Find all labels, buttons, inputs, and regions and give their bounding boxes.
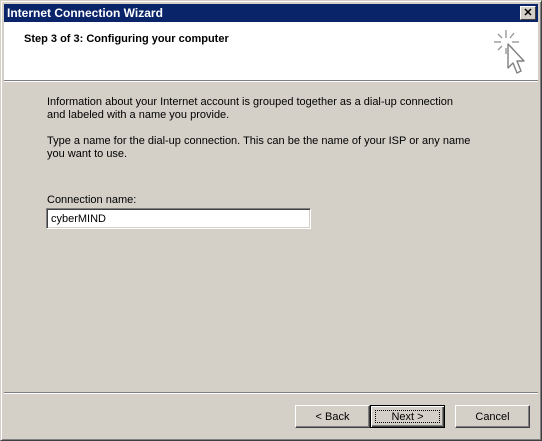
wizard-header: Step 3 of 3: Configuring your computer (4, 22, 538, 81)
header-divider (4, 81, 538, 82)
instruction-line-2: you want to use. (47, 148, 128, 160)
cancel-button[interactable]: Cancel (455, 405, 530, 428)
info-line-2: and labeled with a name you provide. (47, 109, 230, 121)
instruction-paragraph: Type a name for the dial-up connection. … (47, 135, 487, 161)
footer-divider (4, 392, 538, 394)
wizard-sparkle-cursor-icon (494, 30, 525, 74)
wizard-window: Internet Connection Wizard ✕ Step 3 of 3… (0, 0, 542, 441)
connection-name-input[interactable] (46, 208, 311, 229)
next-button[interactable]: Next > (370, 405, 445, 428)
info-line-1: Information about your Internet account … (47, 96, 454, 108)
back-button[interactable]: < Back (295, 405, 370, 428)
close-icon: ✕ (523, 7, 533, 19)
focus-rect (375, 410, 440, 423)
close-button[interactable]: ✕ (520, 6, 536, 20)
step-title: Step 3 of 3: Configuring your computer (24, 33, 229, 45)
instruction-line-1: Type a name for the dial-up connection. … (47, 135, 471, 147)
window-title: Internet Connection Wizard (7, 6, 163, 20)
connection-name-label: Connection name: (47, 194, 137, 206)
title-bar[interactable]: Internet Connection Wizard ✕ (4, 4, 538, 22)
info-paragraph: Information about your Internet account … (47, 96, 487, 122)
